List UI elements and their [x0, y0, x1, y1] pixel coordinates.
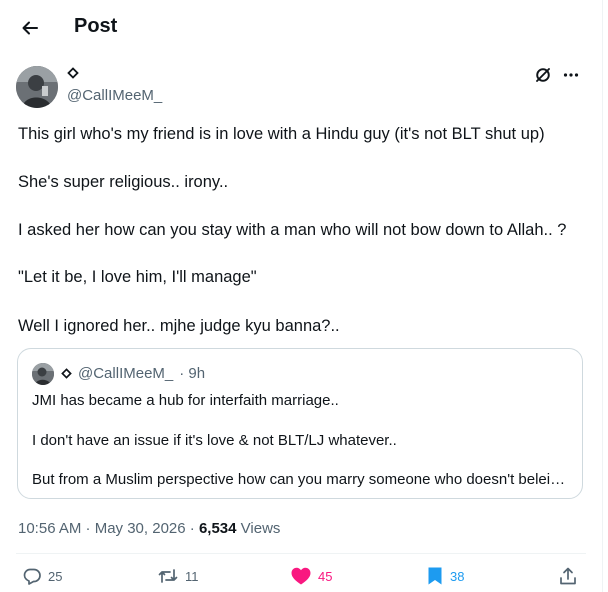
divider: [16, 553, 586, 554]
quoted-author-handle: @CallIMeeM_: [78, 365, 174, 382]
bookmark-button[interactable]: 38: [426, 566, 464, 586]
more-options-icon[interactable]: [562, 66, 580, 84]
reply-button[interactable]: 25: [22, 566, 62, 586]
quoted-line: But from a Muslim perspective how can yo…: [32, 471, 572, 488]
quoted-author-avatar: [32, 363, 54, 385]
grok-icon[interactable]: [534, 66, 552, 84]
post-line: "Let it be, I love him, I'll manage": [18, 268, 257, 286]
post-action-bar: 25 11 45 38: [0, 566, 602, 592]
bookmark-filled-icon: [426, 566, 444, 586]
heart-filled-icon: [290, 566, 312, 586]
quoted-post[interactable]: @CallIMeeM_ · 9h JMI has became a hub fo…: [17, 348, 583, 499]
repost-count: 11: [185, 568, 199, 584]
post-detail-panel: Post @CallIMeeM_ This girl who's my frie…: [0, 0, 603, 592]
views-label: Views: [240, 520, 281, 537]
views-count: 6,534: [198, 520, 237, 537]
diamond-icon: [67, 67, 79, 79]
bookmark-count: 38: [450, 568, 465, 584]
quoted-post-time: · 9h: [179, 365, 206, 382]
post-line: This girl who's my friend is in love wit…: [18, 125, 545, 143]
like-count: 45: [318, 568, 333, 584]
author-avatar[interactable]: [16, 66, 58, 108]
post-meta: 10:56 AM · May 30, 2026 · 6,534 Views: [18, 520, 280, 537]
like-button[interactable]: 45: [290, 566, 332, 586]
author-name-row[interactable]: [67, 67, 79, 79]
reply-count: 25: [48, 568, 63, 584]
quoted-line: JMI has became a hub for interfaith marr…: [32, 392, 339, 409]
share-button[interactable]: [558, 566, 578, 586]
post-timestamp[interactable]: 10:56 AM · May 30, 2026 ·: [18, 520, 199, 537]
page-title: Post: [74, 15, 118, 37]
repost-button[interactable]: 11: [157, 566, 199, 586]
post-top-actions: [534, 66, 580, 84]
repost-icon: [157, 566, 179, 586]
back-arrow-icon[interactable]: [16, 14, 44, 42]
reply-icon: [22, 566, 42, 586]
page-header: Post: [0, 0, 602, 56]
post-line: She's super religious.. irony..: [18, 173, 229, 191]
quoted-line: I don't have an issue if it's love & not…: [32, 432, 397, 449]
author-handle[interactable]: @CallIMeeM_: [67, 87, 162, 104]
quoted-post-header: @CallIMeeM_ · 9h: [61, 365, 205, 382]
post-line: I asked her how can you stay with a man …: [18, 221, 567, 239]
share-icon: [558, 566, 578, 586]
post-line: Well I ignored her.. mjhe judge kyu bann…: [18, 317, 340, 335]
diamond-icon: [61, 368, 72, 379]
